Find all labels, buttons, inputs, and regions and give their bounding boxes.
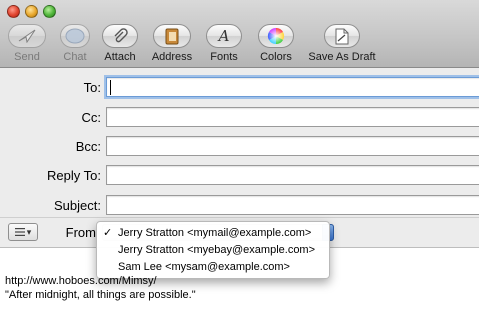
minimize-window-button[interactable] [25,5,38,18]
menu-item-account-2[interactable]: Jerry Stratton <myebay@example.com> [97,242,329,259]
signature-quote: "After midnight, all things are possible… [5,289,196,301]
attach-label: Attach [104,51,136,63]
to-label: To: [83,80,101,95]
header-divider [0,217,479,218]
subject-label: Subject: [54,198,101,213]
chat-label: Chat [63,51,87,63]
paperclip-icon [114,28,128,43]
menu-item-label: Jerry Stratton <myebay@example.com> [118,244,316,256]
colors-button[interactable]: Colors [255,24,297,63]
fonts-icon: A [218,27,230,45]
toolbar: Send Chat Attach Address A Fonts Colors … [0,24,479,66]
draft-icon [335,28,349,44]
reply-to-label: Reply To: [47,168,101,183]
menu-item-account-1[interactable]: ✓ Jerry Stratton <mymail@example.com> [97,225,329,242]
cc-label: Cc: [81,110,102,125]
text-caret [110,80,111,95]
cc-field[interactable] [106,107,479,127]
zoom-window-button[interactable] [43,5,56,18]
address-button[interactable]: Address [148,24,196,63]
send-icon [18,29,36,43]
address-label: Address [151,51,193,63]
subject-field[interactable] [106,195,479,215]
bcc-field[interactable] [106,136,479,156]
attach-button[interactable]: Attach [100,24,140,63]
from-account-menu: ✓ Jerry Stratton <mymail@example.com> Je… [96,221,330,279]
chat-icon [65,28,85,44]
bcc-label: Bcc: [75,139,101,154]
signature-url: http://www.hoboes.com/Mimsy/ [5,275,157,287]
chat-button[interactable]: Chat [55,24,95,63]
checkmark-icon: ✓ [103,227,113,239]
menu-item-account-3[interactable]: Sam Lee <mysam@example.com> [97,259,329,276]
menu-item-label: Jerry Stratton <mymail@example.com> [118,227,312,239]
address-book-icon [165,28,179,44]
colors-label: Colors [260,51,292,63]
close-window-button[interactable] [7,5,20,18]
fonts-label: Fonts [210,51,238,63]
send-label: Send [14,51,40,63]
save-as-draft-label: Save As Draft [308,51,376,63]
window-controls [7,5,56,18]
from-label: From [65,225,96,240]
reply-to-field[interactable] [106,165,479,185]
send-button[interactable]: Send [5,24,49,63]
fonts-button[interactable]: A Fonts [204,24,244,63]
to-field[interactable] [106,77,479,97]
menu-item-label: Sam Lee <mysam@example.com> [118,261,290,273]
color-wheel-icon [267,27,285,45]
save-as-draft-button[interactable]: Save As Draft [304,24,380,63]
window-toolbar: Send Chat Attach Address A Fonts Colors … [0,0,479,68]
